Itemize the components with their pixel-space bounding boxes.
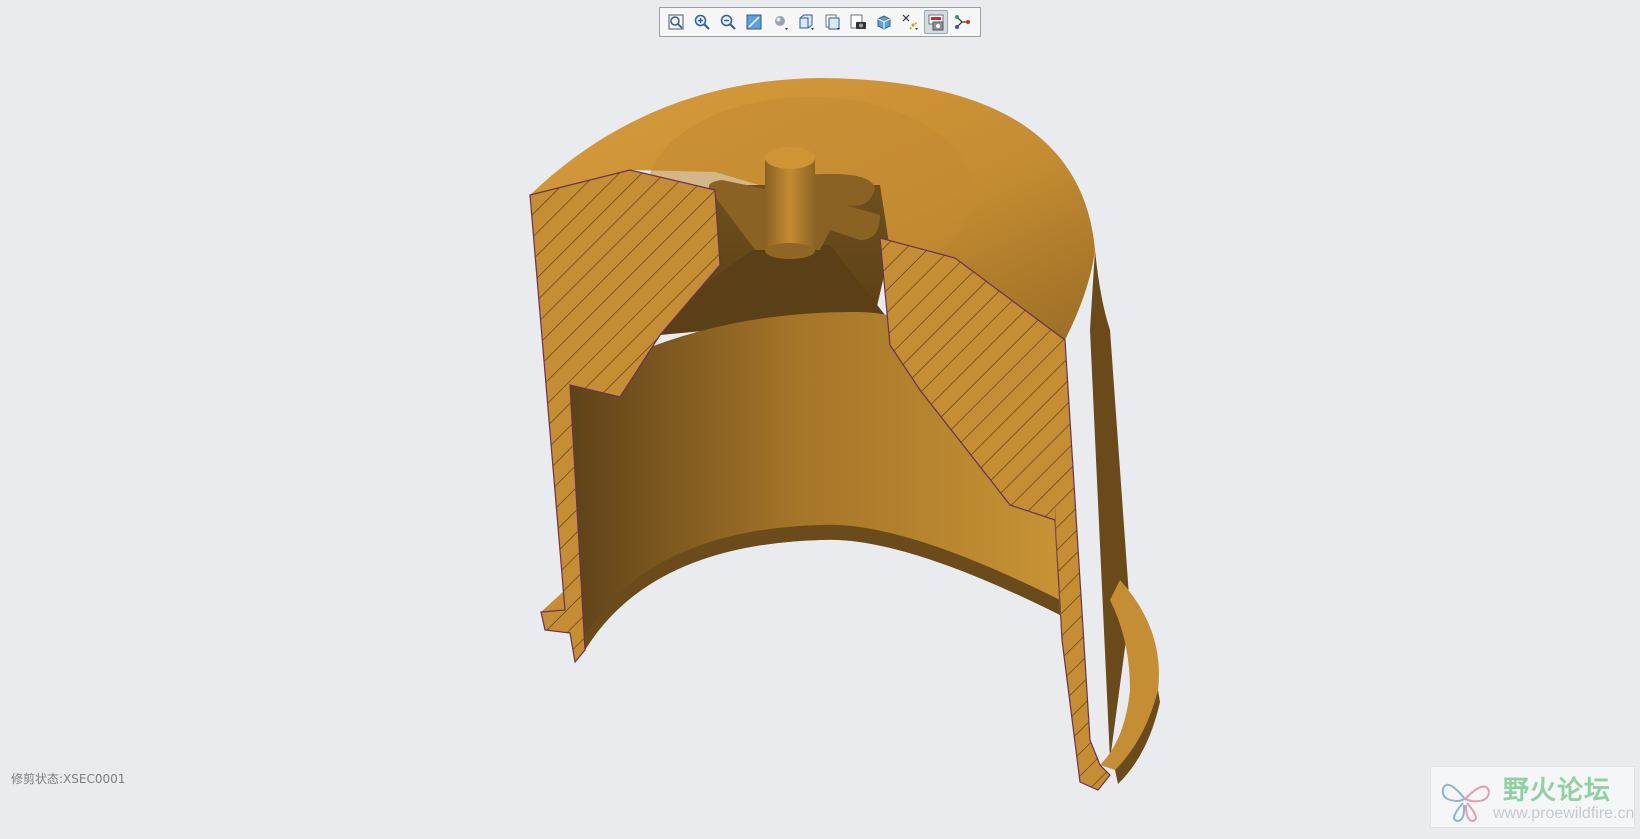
- zoom-fit-icon: [668, 14, 684, 30]
- view-manager-icon: [825, 14, 840, 30]
- watermark-title: 野火论坛: [1503, 776, 1612, 806]
- outer-wall-right: [1090, 250, 1130, 760]
- section-model: [529, 78, 1160, 791]
- annotation-display-button[interactable]: [950, 10, 974, 34]
- perspective-icon: [877, 15, 891, 30]
- perspective-button[interactable]: [872, 10, 896, 34]
- butterfly-logo-icon: [1441, 783, 1491, 823]
- zoom-in-icon: [694, 14, 710, 30]
- section-view-button[interactable]: [924, 10, 948, 34]
- zoom-out-button[interactable]: [716, 10, 740, 34]
- post-top: [765, 147, 815, 169]
- view-toolbar: [659, 7, 981, 37]
- center-post: [765, 156, 815, 252]
- view-manager-button[interactable]: [820, 10, 844, 34]
- saved-views-icon: [799, 14, 814, 30]
- display-style-button[interactable]: [768, 10, 792, 34]
- reorient-button[interactable]: [742, 10, 766, 34]
- watermark-url: www.proewildfire.cn: [1493, 805, 1635, 822]
- snapshot-icon: [850, 14, 866, 29]
- forum-watermark: 野火论坛 www.proewildfire.cn: [1430, 766, 1635, 828]
- clip-status-text: 修剪状态:XSEC0001: [11, 772, 126, 786]
- section-view-icon: [928, 14, 944, 31]
- reorient-icon: [746, 14, 762, 30]
- zoom-out-icon: [720, 14, 736, 30]
- saved-views-button[interactable]: [794, 10, 818, 34]
- zoom-fit-button[interactable]: [664, 10, 688, 34]
- snapshot-button[interactable]: [846, 10, 870, 34]
- graphics-viewport[interactable]: [0, 0, 1640, 834]
- zoom-in-button[interactable]: [690, 10, 714, 34]
- datum-display-button[interactable]: [898, 10, 922, 34]
- datum-display-icon: [902, 14, 918, 30]
- annotation-display-icon: [955, 15, 970, 29]
- display-style-icon: [775, 16, 788, 30]
